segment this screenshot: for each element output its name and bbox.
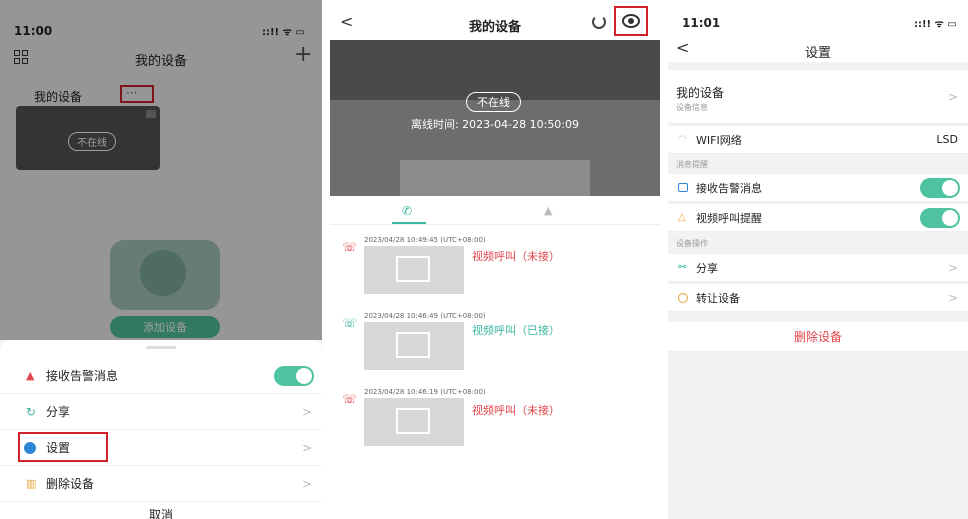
bell-icon: △ (678, 212, 686, 223)
message-icon (678, 183, 688, 192)
row-label: 分享 (696, 261, 718, 275)
log-snapshot[interactable] (364, 398, 464, 446)
share-row[interactable]: ⚯ 分享 > (668, 254, 968, 282)
sheet-item-share[interactable]: ↻ 分享 > (0, 394, 322, 430)
call-log-tab-icon[interactable]: ✆ (402, 204, 412, 218)
action-sheet: ▲ 接收告警消息 ↻ 分享 > 设置 > ▥ 删除设备 > 取消 (0, 340, 322, 519)
log-time: 2023/04/28 10:46:19 (UTC+08:00) (364, 388, 486, 396)
call-reminder-row: △ 视频呼叫提醒 (668, 204, 968, 232)
section-label: 设备操作 (676, 239, 708, 248)
chevron-right-icon: > (947, 89, 958, 104)
chevron-right-icon: > (301, 404, 312, 419)
offline-time: 离线时间: 2023-04-28 10:50:09 (410, 118, 580, 131)
chevron-right-icon: > (947, 260, 958, 275)
wifi-row[interactable]: ◠ WIFI网络 LSD (668, 126, 968, 154)
log-status: 视频呼叫（未接） (472, 250, 560, 263)
device-list-screen: 11:00 ::!! ᯤ ▭ 我的设备 + 我的设备 ··· 不在线 添加设备 … (0, 0, 322, 519)
alarm-tab-icon[interactable]: ▲ (544, 204, 552, 217)
answered-call-icon: ☏ (342, 316, 358, 330)
video-area[interactable]: 不在线 离线时间: 2023-04-28 10:50:09 (330, 40, 660, 196)
log-time: 2023/04/28 10:46:49 (UTC+08:00) (364, 312, 486, 320)
highlight-box (614, 6, 648, 36)
alarm-toggle[interactable] (920, 178, 960, 198)
missed-call-icon: ☏ (342, 392, 358, 406)
dim-overlay (0, 0, 322, 340)
sheet-item-delete[interactable]: ▥ 删除设备 > (0, 466, 322, 502)
sheet-item-label: 删除设备 (46, 477, 95, 491)
row-label: 转让设备 (696, 291, 740, 305)
wifi-value: LSD (936, 133, 958, 146)
log-status: 视频呼叫（已接） (472, 324, 560, 337)
settings-screen: 11:01 ::!! ᯤ ▭ < 设置 我的设备 设备信息 > ◠ WIFI网络… (668, 0, 968, 519)
log-time: 2023/04/28 10:49:45 (UTC+08:00) (364, 236, 486, 244)
sheet-item-alarm: ▲ 接收告警消息 (0, 358, 322, 394)
row-label: WIFI网络 (696, 133, 742, 147)
chevron-right-icon: > (301, 476, 312, 491)
offline-badge: 不在线 (466, 92, 521, 112)
transfer-icon (678, 292, 688, 303)
alarm-toggle[interactable] (274, 366, 314, 386)
log-status: 视频呼叫（未接） (472, 404, 560, 417)
log-snapshot[interactable] (364, 322, 464, 370)
chevron-right-icon: > (947, 290, 958, 305)
page-title: 设置 (804, 46, 831, 61)
status-time: 11:01 (682, 16, 721, 30)
row-subtitle: 设备信息 (676, 103, 708, 112)
row-label: 接收告警消息 (696, 181, 762, 195)
page-title: 我的设备 (468, 20, 521, 35)
divider (330, 224, 660, 225)
chevron-right-icon: > (301, 440, 312, 455)
device-detail-screen: < 我的设备 不在线 离线时间: 2023-04-28 10:50:09 ✆ ▲… (330, 0, 660, 519)
delete-device-button[interactable]: 删除设备 (668, 322, 968, 352)
trash-icon: ▥ (26, 477, 37, 490)
log-snapshot[interactable] (364, 246, 464, 294)
sheet-item-label: 分享 (46, 405, 71, 419)
status-icons: ::!! ᯤ ▭ (914, 19, 957, 30)
sheet-handle[interactable] (146, 346, 176, 349)
sheet-item-label: 接收告警消息 (46, 369, 119, 383)
refresh-icon[interactable] (592, 15, 606, 29)
highlight-box (18, 432, 108, 462)
my-device-row[interactable]: 我的设备 设备信息 > (668, 70, 968, 124)
share-icon: ↻ (26, 404, 37, 419)
row-title: 我的设备 (676, 86, 725, 100)
share-icon: ⚯ (678, 262, 687, 273)
row-label: 视频呼叫提醒 (696, 211, 762, 225)
transfer-row[interactable]: 转让设备 > (668, 284, 968, 312)
alarm-row: 接收告警消息 (668, 174, 968, 202)
section-label: 消息提醒 (676, 160, 708, 169)
missed-call-icon: ☏ (342, 240, 358, 254)
bell-icon: ▲ (26, 369, 35, 382)
wifi-icon: ◠ (678, 134, 687, 145)
call-reminder-toggle[interactable] (920, 208, 960, 228)
cancel-button[interactable]: 取消 (0, 506, 322, 519)
